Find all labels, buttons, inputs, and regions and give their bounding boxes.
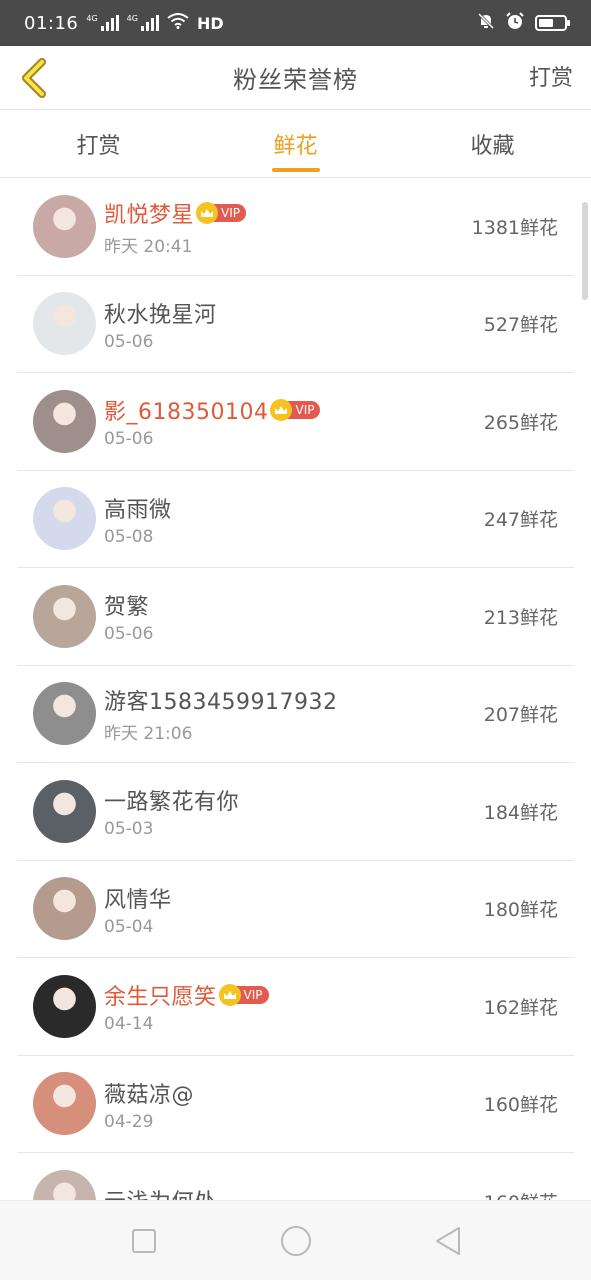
back-nav-button[interactable] <box>431 1224 465 1258</box>
flower-count: 162鲜花 <box>483 996 558 1019</box>
flower-count: 527鲜花 <box>483 314 558 337</box>
fan-name: 影_618350104 <box>104 400 269 426</box>
tab-bar: 打赏 鲜花 收藏 <box>0 111 591 178</box>
flower-count: 265鲜花 <box>483 411 558 434</box>
page-title: 粉丝荣誉榜 <box>233 66 358 94</box>
circle-icon <box>280 1225 311 1256</box>
fan-row[interactable]: 薇菇凉@ 04-29 160鲜花 <box>17 1056 574 1153</box>
fan-row[interactable]: 影_618350104 VIP 05-06 265鲜花 <box>17 373 574 471</box>
flower-count: 184鲜花 <box>483 801 558 824</box>
recent-apps-button[interactable] <box>127 1224 161 1258</box>
fan-name: 高雨微 <box>104 497 172 523</box>
fan-name: 游客1583459917932 <box>104 690 338 716</box>
signal-icon-2: 4G <box>127 15 159 31</box>
battery-icon <box>535 15 570 31</box>
crown-icon <box>218 984 241 1007</box>
tab-reward[interactable]: 打赏 <box>0 111 197 177</box>
flower-count: 180鲜花 <box>483 899 558 922</box>
fan-row[interactable]: 高雨微 05-08 247鲜花 <box>17 471 574 568</box>
fan-row[interactable]: 余生只愿笑 VIP 04-14 162鲜花 <box>17 958 574 1056</box>
flower-count: 1381鲜花 <box>471 216 558 239</box>
fan-name: 薇菇凉@ <box>104 1082 195 1108</box>
fan-name: 秋水挽星河 <box>104 302 217 328</box>
vip-label: VIP <box>287 401 321 420</box>
fan-row[interactable]: 风情华 05-04 180鲜花 <box>17 861 574 958</box>
fan-row[interactable]: 一路繁花有你 05-03 184鲜花 <box>17 763 574 861</box>
status-bar: 01:16 4G 4G HD <box>0 0 591 46</box>
scrollbar[interactable] <box>582 202 588 300</box>
system-nav-bar <box>0 1200 591 1280</box>
fan-name: 贺繁 <box>104 595 150 621</box>
avatar[interactable] <box>33 194 96 258</box>
square-icon <box>131 1228 156 1253</box>
chevron-left-icon <box>22 58 46 98</box>
fan-row[interactable]: 秋水挽星河 05-06 527鲜花 <box>17 276 574 373</box>
mute-notification-icon <box>477 12 495 35</box>
fan-row[interactable]: 云浅为何处 160鲜花 <box>17 1153 574 1200</box>
vip-badge: VIP <box>196 201 246 224</box>
network-type-2: 4G <box>126 14 138 23</box>
flower-count: 247鲜花 <box>483 509 558 532</box>
crown-icon <box>196 201 219 224</box>
fan-row[interactable]: 贺繁 05-06 213鲜花 <box>17 568 574 666</box>
flower-count: 213鲜花 <box>483 606 558 629</box>
nav-bar: 粉丝荣誉榜 打赏 <box>0 46 591 110</box>
fan-name: 凯悦梦星 <box>104 202 195 228</box>
flower-count: 207鲜花 <box>483 704 558 727</box>
fan-name: 余生只愿笑 <box>104 985 217 1011</box>
hd-indicator: HD <box>196 13 224 33</box>
flower-count: 160鲜花 <box>484 1188 558 1200</box>
avatar[interactable] <box>33 779 96 843</box>
avatar[interactable] <box>33 1169 96 1200</box>
avatar[interactable] <box>33 487 96 551</box>
fan-ranking-list: 凯悦梦星 VIP 昨天 20:41 1381鲜花 秋水挽星河 05-06 527鲜花影_61… <box>0 178 591 1200</box>
status-time: 01:16 <box>24 12 79 34</box>
avatar[interactable] <box>33 682 96 746</box>
fan-name: 风情华 <box>104 887 172 913</box>
flower-count: 160鲜花 <box>483 1094 558 1117</box>
alarm-icon <box>505 11 525 36</box>
fan-row[interactable]: 游客1583459917932 昨天 21:06 207鲜花 <box>17 666 574 763</box>
avatar[interactable] <box>33 389 96 453</box>
fan-name: 云浅为何处 <box>104 1184 217 1200</box>
avatar[interactable] <box>33 877 96 941</box>
avatar[interactable] <box>33 584 96 648</box>
vip-badge: VIP <box>218 984 269 1007</box>
network-type: 4G <box>86 14 98 23</box>
tab-flowers[interactable]: 鲜花 <box>197 111 394 177</box>
avatar[interactable] <box>33 974 96 1038</box>
vip-badge: VIP <box>270 399 321 422</box>
back-button[interactable] <box>14 54 54 102</box>
reward-button[interactable]: 打赏 <box>529 60 573 92</box>
tab-collect[interactable]: 收藏 <box>394 111 591 177</box>
signal-icon: 4G <box>86 14 119 31</box>
home-button[interactable] <box>279 1224 313 1258</box>
wifi-icon <box>167 13 189 33</box>
fan-row[interactable]: 凯悦梦星 VIP 昨天 20:41 1381鲜花 <box>17 178 574 276</box>
triangle-back-icon <box>435 1226 460 1255</box>
fan-name: 一路繁花有你 <box>104 790 240 816</box>
avatar[interactable] <box>33 292 96 356</box>
avatar[interactable] <box>33 1072 96 1136</box>
